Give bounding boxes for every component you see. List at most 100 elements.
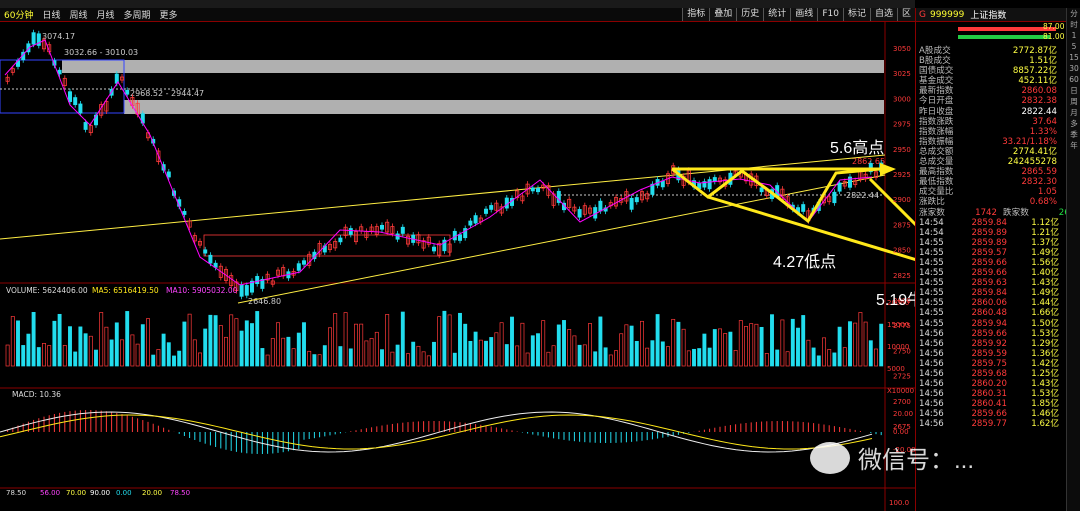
volume-bar [62,345,67,367]
volume-bar [218,325,223,367]
period-more[interactable]: 更多 [160,8,178,21]
candle-body [707,179,712,190]
strip-item[interactable]: 60 [1067,74,1080,85]
tick-volume: 1.40亿 [1031,268,1059,279]
volume-bar [317,354,322,367]
period-monthly[interactable]: 月线 [96,8,114,21]
overlay-button[interactable]: 叠加 [709,8,737,21]
tick-row[interactable]: 14:56 2860.20 1.43亿 [916,379,1080,389]
tick-time: 14:56 [919,389,944,400]
period-side-strip: 分时 1 5 15 30 60 日周月多季年 [1066,8,1080,511]
candle-body [629,197,634,210]
volume-bar [328,327,332,367]
tick-row[interactable]: 14:55 2859.84 1.49亿 [916,288,1080,298]
mark-button[interactable]: 标记 [842,8,870,21]
tick-row[interactable]: 14:56 2859.77 1.62亿 [916,419,1080,429]
chart-toolbar: 60分钟 日线 周线 月线 多周期 更多 指标 叠加 历史 统计 画线 F10 … [0,8,915,22]
strip-item[interactable]: 15 [1067,52,1080,63]
history-button[interactable]: 历史 [736,8,764,21]
tick-price: 2859.66 [971,257,1007,268]
volume-bar [723,333,728,367]
tick-row[interactable]: 14:55 2859.94 1.50亿 [916,319,1080,329]
volume-bar [369,338,374,367]
volume-bar [364,340,369,367]
tick-row[interactable]: 14:54 2859.84 1.12亿 [916,218,1080,228]
watchlist-button[interactable]: 自选 [869,8,897,21]
volume-bar [775,349,780,367]
volume-bars [5,310,884,367]
candle-body [473,215,478,224]
volume-bar [780,319,785,367]
strip-item[interactable]: 时 [1067,19,1080,30]
tick-list[interactable]: 14:54 2859.84 1.12亿 14:54 2859.89 1.21亿 14:55 2… [916,218,1080,430]
tick-row[interactable]: 14:56 2859.75 1.42亿 [916,359,1080,369]
candle-body [208,254,213,264]
volume-bar [681,328,686,367]
f10-button[interactable]: F10 [817,8,843,21]
tick-row[interactable]: 14:56 2860.41 1.85亿 [916,399,1080,409]
tick-row[interactable]: 14:55 2859.66 1.56亿 [916,258,1080,268]
price-tick: 2850 [893,247,911,255]
period-weekly[interactable]: 周线 [69,8,87,21]
tick-row[interactable]: 14:55 2860.48 1.66亿 [916,308,1080,318]
kdj-value: 78.50 [170,489,190,497]
strip-item[interactable]: 5 [1067,41,1080,52]
tick-row[interactable]: 14:56 2859.66 1.46亿 [916,409,1080,419]
volume-bar [57,313,62,367]
zone-button[interactable]: 区 [896,8,915,21]
indicator-button[interactable]: 指标 [682,8,710,21]
strip-item[interactable]: 30 [1067,63,1080,74]
index-info-panel: G 999999 上证指数 87.00 81.00 A股成交 2772.87亿 B股… [915,8,1080,511]
strip-item[interactable]: 年 [1067,140,1080,151]
tick-row[interactable]: 14:55 2859.63 1.43亿 [916,278,1080,288]
statistics-button[interactable]: 统计 [763,8,791,21]
draw-line-button[interactable]: 画线 [790,8,818,21]
strip-item[interactable]: 1 [1067,30,1080,41]
resistance-box-lower [124,100,884,114]
price-tick: 3050 [893,45,911,53]
strip-item[interactable]: 分 [1067,8,1080,19]
stat-row: 涨跌比 0.68% [916,197,1080,207]
volume-bar [312,354,317,367]
tick-row[interactable]: 14:55 2859.89 1.37亿 [916,238,1080,248]
period-60min[interactable]: 60分钟 [4,8,33,21]
stat-value: 2772.87亿 [1012,46,1057,56]
candle-body [301,260,306,265]
stat-value: 2832.38 [1021,96,1057,107]
stat-value: 2822.44 [1021,106,1057,117]
volume-bar [130,334,135,367]
period-multi[interactable]: 多周期 [124,8,151,21]
tick-price: 2859.92 [971,338,1007,349]
tick-row[interactable]: 14:56 2859.66 1.53亿 [916,329,1080,339]
volume-bar [229,314,234,367]
candle-body [78,103,83,114]
tick-time: 14:56 [919,409,944,420]
tick-row[interactable]: 14:55 2860.06 1.44亿 [916,298,1080,308]
volume-bar [692,348,696,367]
tick-row[interactable]: 14:55 2859.66 1.40亿 [916,268,1080,278]
candle-body [166,171,171,178]
strip-item[interactable]: 周 [1067,96,1080,107]
tick-row[interactable]: 14:55 2859.57 1.49亿 [916,248,1080,258]
stat-label: 今日开盘 [919,96,954,107]
stat-row: 基金成交 452.11亿 [916,76,1080,86]
volume-bar [88,335,93,367]
tick-row[interactable]: 14:56 2859.68 1.25亿 [916,369,1080,379]
strip-item[interactable]: 日 [1067,85,1080,96]
tick-price: 2859.68 [971,369,1007,379]
tick-row[interactable]: 14:56 2859.92 1.29亿 [916,339,1080,349]
volume-bar [796,327,800,367]
tick-row[interactable]: 14:56 2859.59 1.36亿 [916,349,1080,359]
strip-item[interactable]: 季 [1067,129,1080,140]
strip-item[interactable]: 多 [1067,118,1080,129]
period-daily[interactable]: 日线 [42,8,60,21]
volume-bar [588,323,592,367]
price-tick: 2950 [893,146,911,154]
tick-row[interactable]: 14:56 2860.31 1.53亿 [916,389,1080,399]
volume-bar [182,321,187,367]
volume-bar [853,322,858,367]
tick-row[interactable]: 14:54 2859.89 1.21亿 [916,228,1080,238]
candle-body [31,32,36,45]
stat-label: 涨跌比 [919,197,945,208]
strip-item[interactable]: 月 [1067,107,1080,118]
